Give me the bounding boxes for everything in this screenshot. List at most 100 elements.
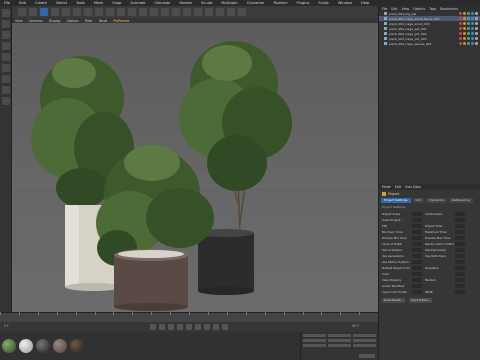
menu-window[interactable]: Window <box>338 1 352 5</box>
material-tag-icon[interactable] <box>475 42 478 45</box>
viewport-menu-prorender[interactable]: ProRender <box>113 19 129 23</box>
material-tag-icon[interactable] <box>467 37 470 40</box>
viewport-menu-view[interactable]: View <box>15 19 23 23</box>
menu-snap[interactable]: Snap <box>112 1 121 5</box>
viewport-menu-panel[interactable]: Panel <box>99 19 108 23</box>
field-input[interactable] <box>455 248 465 252</box>
3d-viewport[interactable] <box>12 23 378 312</box>
attribute-tab[interactable]: Dynamics <box>426 197 448 203</box>
rotation-b-field[interactable] <box>353 344 376 347</box>
material-tag-icon[interactable] <box>459 22 462 25</box>
field-input[interactable] <box>412 254 422 258</box>
material-tag-icon[interactable] <box>467 12 470 15</box>
menu-edit[interactable]: Edit <box>19 1 26 5</box>
material-tag-icon[interactable] <box>471 17 474 20</box>
attribute-menu-mode[interactable]: Mode <box>382 185 391 189</box>
menu-file[interactable]: File <box>4 1 10 5</box>
field-input[interactable] <box>455 272 465 276</box>
field-input[interactable] <box>412 236 422 240</box>
material-tag-icon[interactable] <box>459 37 462 40</box>
previous-frame-icon[interactable] <box>168 324 174 330</box>
menu-mograph[interactable]: MoGraph <box>221 1 237 5</box>
camera-icon[interactable] <box>227 8 235 16</box>
size-z-field[interactable] <box>328 344 351 347</box>
material-tag-icon[interactable] <box>475 32 478 35</box>
rotate-icon[interactable] <box>73 8 81 16</box>
next-key-icon[interactable] <box>195 324 201 330</box>
object-tags[interactable] <box>459 27 478 30</box>
snap-icon[interactable] <box>2 86 10 94</box>
position-z-field[interactable] <box>303 344 326 347</box>
menu-select[interactable]: Select <box>56 1 67 5</box>
object-tags[interactable] <box>459 22 478 25</box>
material-tag-icon[interactable] <box>463 27 466 30</box>
field-input[interactable] <box>455 290 465 294</box>
redo-icon[interactable] <box>29 8 37 16</box>
material-tag-icon[interactable] <box>471 27 474 30</box>
object-menu-objects[interactable]: Objects <box>413 7 425 11</box>
object-menu-bookmarks[interactable]: Bookmarks <box>440 7 458 11</box>
material-tag-icon[interactable] <box>471 32 474 35</box>
material-tag-icon[interactable] <box>475 37 478 40</box>
field-input[interactable] <box>412 278 422 282</box>
object-menu-edit[interactable]: Edit <box>391 7 397 11</box>
material-tag-icon[interactable] <box>463 32 466 35</box>
z-axis-icon[interactable] <box>106 8 114 16</box>
scale-icon[interactable] <box>62 8 70 16</box>
previous-key-icon[interactable] <box>159 324 165 330</box>
undo-icon[interactable] <box>18 8 26 16</box>
field-input[interactable] <box>455 242 465 246</box>
viewport-menu-filter[interactable]: Filter <box>85 19 93 23</box>
go-to-end-icon[interactable] <box>204 324 210 330</box>
object-menu-tags[interactable]: Tags <box>429 7 436 11</box>
model-mode-icon[interactable] <box>2 20 10 28</box>
field-input[interactable] <box>455 284 465 288</box>
position-x-field[interactable] <box>303 334 326 337</box>
points-mode-icon[interactable] <box>2 42 10 50</box>
material-tag-icon[interactable] <box>467 22 470 25</box>
render-settings-icon[interactable] <box>150 8 158 16</box>
material-swatch[interactable] <box>53 339 67 353</box>
timeline-ruler[interactable] <box>0 312 378 316</box>
menu-create[interactable]: Create <box>35 1 47 5</box>
material-swatch[interactable] <box>19 339 33 353</box>
object-tags[interactable] <box>459 42 478 45</box>
field-input[interactable] <box>412 290 422 294</box>
menu-pipeline[interactable]: Pipeline <box>273 1 287 5</box>
make-editable-icon[interactable] <box>2 9 10 17</box>
field-input[interactable] <box>412 266 422 270</box>
menu-sculpt[interactable]: Sculpt <box>201 1 212 5</box>
save-preset-button[interactable]: Save Preset... <box>409 298 433 303</box>
record-icon[interactable] <box>213 324 219 330</box>
field-input[interactable] <box>455 230 465 234</box>
object-menu-view[interactable]: View <box>402 7 410 11</box>
material-tag-icon[interactable] <box>475 12 478 15</box>
material-tag-icon[interactable] <box>459 42 462 45</box>
menu-simulate[interactable]: Simulate <box>154 1 170 5</box>
field-input[interactable] <box>412 218 422 222</box>
go-to-start-icon[interactable] <box>150 324 156 330</box>
field-input[interactable] <box>455 218 465 222</box>
field-input[interactable] <box>455 254 465 258</box>
bend-icon[interactable] <box>205 8 213 16</box>
light-icon[interactable] <box>238 8 246 16</box>
material-tag-icon[interactable] <box>467 17 470 20</box>
field-input[interactable] <box>412 242 422 246</box>
field-input[interactable] <box>412 224 422 228</box>
attribute-tab[interactable]: Referencing <box>449 197 473 203</box>
menu-character[interactable]: Character <box>247 1 265 5</box>
material-swatch[interactable] <box>36 339 50 353</box>
field-input[interactable] <box>412 230 422 234</box>
field-input[interactable] <box>412 260 422 264</box>
material-tag-icon[interactable] <box>475 17 478 20</box>
material-tag-icon[interactable] <box>463 42 466 45</box>
material-tag-icon[interactable] <box>475 27 478 30</box>
attribute-menu-edit[interactable]: Edit <box>395 185 401 189</box>
x-axis-icon[interactable] <box>84 8 92 16</box>
subdivision-icon[interactable] <box>183 8 191 16</box>
material-tag-icon[interactable] <box>471 22 474 25</box>
material-tag-icon[interactable] <box>463 22 466 25</box>
material-tag-icon[interactable] <box>467 27 470 30</box>
material-tag-icon[interactable] <box>463 37 466 40</box>
size-x-field[interactable] <box>328 334 351 337</box>
